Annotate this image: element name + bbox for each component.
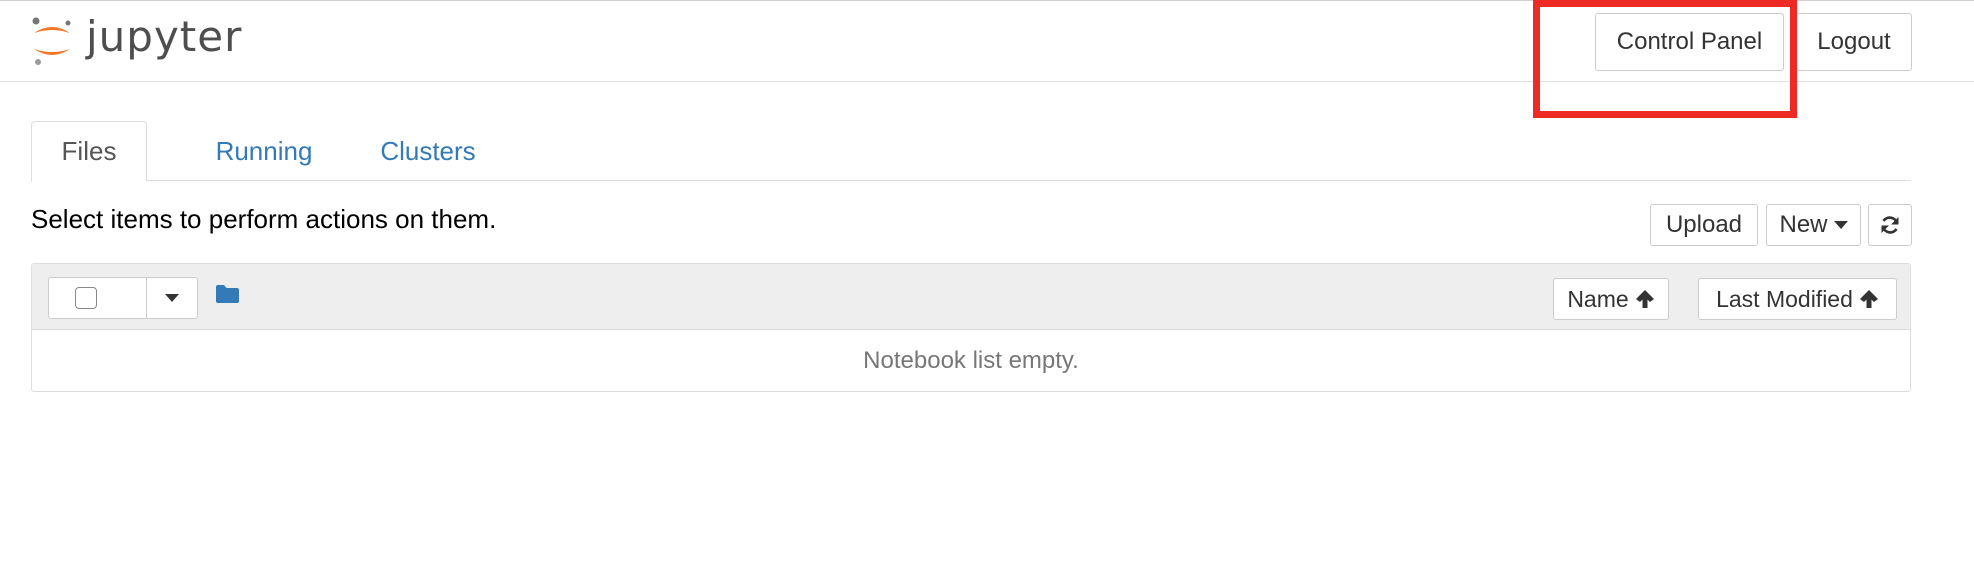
caret-down-icon bbox=[165, 294, 179, 302]
notebook-list-header: Name Last Modified bbox=[32, 264, 1910, 330]
logout-button[interactable]: Logout bbox=[1796, 13, 1912, 71]
new-button-label: New bbox=[1779, 211, 1828, 238]
selection-dropdown-button[interactable] bbox=[147, 278, 197, 318]
select-all-checkbox[interactable] bbox=[75, 287, 97, 309]
tab-clusters[interactable]: Clusters bbox=[345, 121, 511, 181]
arrow-up-icon bbox=[1859, 290, 1878, 308]
upload-button[interactable]: Upload bbox=[1650, 204, 1758, 246]
tab-running[interactable]: Running bbox=[181, 121, 347, 181]
folder-icon[interactable] bbox=[215, 284, 240, 309]
jupyter-logo[interactable]: jupyter bbox=[30, 15, 242, 67]
sort-by-last-modified-button[interactable]: Last Modified bbox=[1698, 278, 1897, 320]
sort-by-name-button[interactable]: Name bbox=[1553, 278, 1669, 320]
header-bar: jupyter Control Panel Logout bbox=[0, 0, 1974, 82]
tab-bar: Files Running Clusters bbox=[31, 121, 1911, 182]
control-panel-button[interactable]: Control Panel bbox=[1595, 13, 1784, 71]
empty-list-message: Notebook list empty. bbox=[863, 347, 1079, 374]
new-dropdown-button[interactable]: New bbox=[1766, 204, 1861, 246]
jupyter-logo-icon bbox=[32, 17, 71, 65]
selection-instruction: Select items to perform actions on them. bbox=[31, 204, 497, 234]
caret-down-icon bbox=[1833, 221, 1848, 229]
select-all-group bbox=[48, 277, 198, 319]
refresh-icon bbox=[1881, 216, 1899, 234]
tab-files[interactable]: Files bbox=[31, 121, 147, 182]
logo-wordmark: jupyter bbox=[86, 12, 243, 61]
sort-modified-label: Last Modified bbox=[1716, 285, 1853, 312]
notebook-list: Name Last Modified Notebook list empty. bbox=[31, 263, 1911, 392]
arrow-up-icon bbox=[1635, 290, 1654, 308]
sort-name-label: Name bbox=[1567, 285, 1629, 312]
select-all-area[interactable] bbox=[49, 278, 147, 318]
refresh-button[interactable] bbox=[1868, 204, 1912, 246]
